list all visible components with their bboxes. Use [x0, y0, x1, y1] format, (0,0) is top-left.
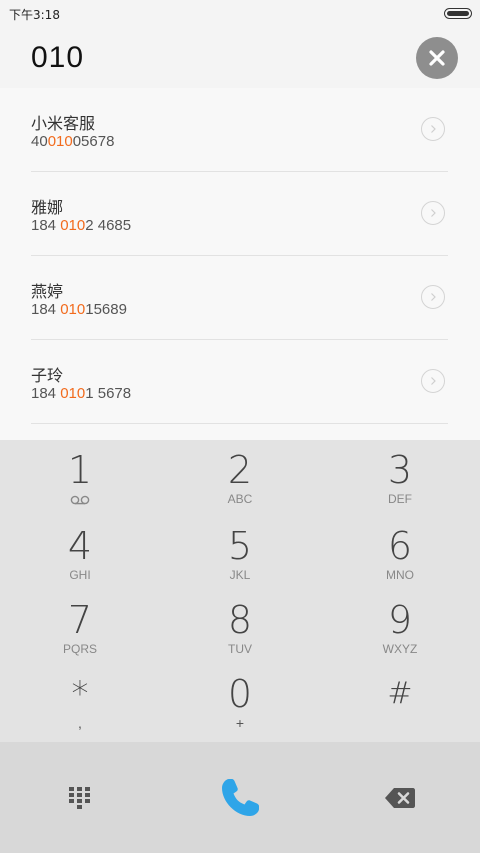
contact-number: 184 0102 4685: [31, 217, 132, 234]
status-bar: 下午3:18: [0, 0, 480, 28]
key-9[interactable]: 9 WXYZ: [320, 590, 480, 666]
list-item[interactable]: 小米客服 4001005678: [31, 88, 448, 172]
list-item[interactable]: 雅娜 184 0102 4685: [31, 172, 448, 256]
contact-name: 子玲: [31, 366, 64, 385]
dial-input-bar: 010: [0, 28, 480, 88]
contact-number: 184 01015689: [31, 301, 127, 318]
key-digit: 7: [67, 598, 93, 642]
phone-icon: [222, 778, 259, 816]
key-letters: PQRS: [62, 642, 97, 656]
key-letters: WXYZ: [382, 642, 418, 656]
contact-results-list: 小米客服 4001005678 雅娜 184 0102 4685 燕婷 184 …: [0, 88, 480, 440]
contact-detail-button[interactable]: [421, 369, 445, 393]
key-hash[interactable]: #: [320, 664, 480, 740]
contact-detail-button[interactable]: [421, 117, 445, 141]
key-digit: 8: [227, 598, 253, 642]
key-1[interactable]: 1: [0, 440, 160, 516]
key-3[interactable]: 3 DEF: [320, 440, 480, 516]
key-star[interactable]: * ,: [0, 664, 160, 740]
chevron-right-icon: [431, 125, 436, 133]
key-4[interactable]: 4 GHI: [0, 516, 160, 592]
key-5[interactable]: 5 JKL: [160, 516, 320, 592]
key-digit: 4: [67, 524, 93, 568]
list-item[interactable]: 燕婷 184 01015689: [31, 256, 448, 340]
key-letters: MNO: [386, 568, 414, 582]
contact-name: 燕婷: [31, 282, 64, 301]
key-digit: #: [387, 676, 413, 711]
backspace-button[interactable]: [320, 742, 480, 853]
key-letters: +: [235, 715, 245, 731]
key-digit: 9: [387, 598, 413, 642]
key-0[interactable]: 0 +: [160, 664, 320, 740]
call-button[interactable]: [160, 742, 320, 853]
dialer-action-bar: [0, 742, 480, 853]
voicemail-icon: [70, 495, 90, 505]
key-digit: 6: [387, 524, 413, 568]
key-letters: GHI: [69, 568, 91, 582]
dial-keypad: 1 2 ABC 3 DEF 4 GHI 5 JKL 6 MNO 7 PQRS 8…: [0, 440, 480, 742]
chevron-right-icon: [431, 209, 436, 217]
key-letters: ABC: [227, 492, 253, 506]
key-7[interactable]: 7 PQRS: [0, 590, 160, 666]
contact-name: 小米客服: [31, 114, 96, 133]
dial-number-display[interactable]: 010: [31, 41, 84, 75]
contact-number: 4001005678: [31, 133, 115, 150]
contact-name: 雅娜: [31, 198, 64, 217]
backspace-icon: [385, 787, 415, 808]
status-time: 下午3:18: [9, 8, 60, 22]
chevron-right-icon: [431, 293, 436, 301]
key-digit: 2: [227, 448, 253, 492]
key-digit: 3: [387, 448, 413, 492]
key-digit: 1: [67, 448, 93, 492]
keypad-toggle-button[interactable]: [0, 742, 160, 853]
key-letters: ,: [78, 715, 82, 731]
key-letters: JKL: [229, 568, 251, 582]
clear-input-button[interactable]: [416, 37, 458, 79]
key-6[interactable]: 6 MNO: [320, 516, 480, 592]
list-item[interactable]: 子玲 184 0101 5678: [31, 340, 448, 424]
key-digit: 0: [227, 672, 253, 716]
battery-icon: [444, 8, 472, 19]
keypad-toggle-icon: [69, 786, 90, 809]
contact-number: 184 0101 5678: [31, 385, 132, 402]
key-letters: DEF: [388, 492, 412, 506]
close-icon: [429, 50, 445, 66]
contact-detail-button[interactable]: [421, 201, 445, 225]
key-digit: *: [71, 674, 89, 714]
contact-detail-button[interactable]: [421, 285, 445, 309]
key-letters: TUV: [228, 642, 252, 656]
key-digit: 5: [227, 524, 253, 568]
key-2[interactable]: 2 ABC: [160, 440, 320, 516]
chevron-right-icon: [431, 377, 436, 385]
key-8[interactable]: 8 TUV: [160, 590, 320, 666]
